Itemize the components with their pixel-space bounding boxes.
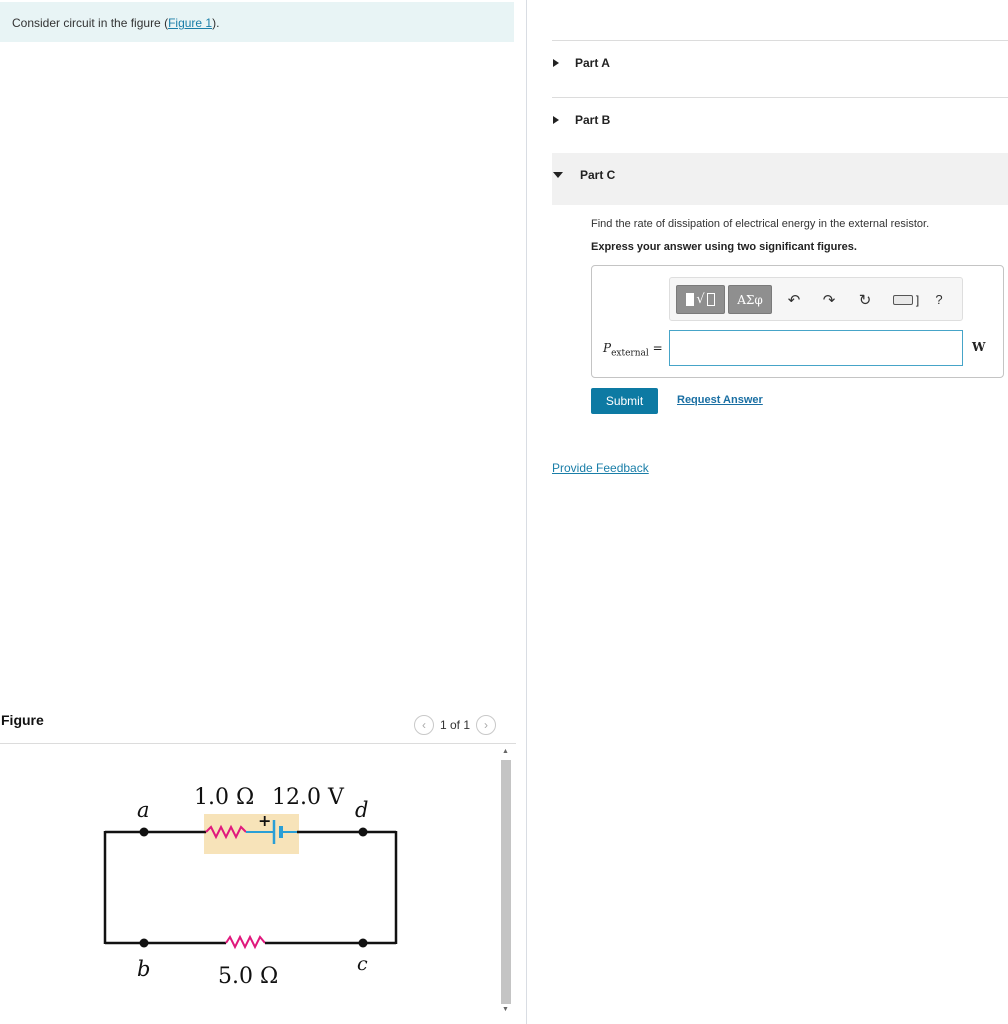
help-button[interactable]: ? — [928, 285, 950, 314]
variable-symbol: P — [603, 341, 612, 355]
answer-box: √ ΑΣφ ↶ ↷ ↻ ] ? Pexternal = W — [591, 265, 1004, 378]
greek-symbols-button[interactable]: ΑΣφ — [728, 285, 772, 314]
node-b-dot — [139, 938, 149, 948]
scroll-thumb[interactable] — [501, 760, 511, 1004]
divider — [552, 40, 1008, 41]
right-pane: Part A Part B Part C Find the rate of di… — [527, 0, 1008, 1024]
variable-label: Pexternal = — [603, 341, 663, 358]
plus-sign: + — [258, 811, 271, 830]
chevron-left-icon[interactable]: ‹ — [414, 715, 434, 735]
node-a-label: a — [137, 798, 150, 822]
part-b-label: Part B — [575, 113, 611, 127]
node-c-dot — [358, 938, 368, 948]
figure-link[interactable]: Figure 1 — [168, 16, 212, 30]
provide-feedback-link[interactable]: Provide Feedback — [552, 461, 649, 475]
problem-intro: Consider circuit in the figure (Figure 1… — [0, 2, 514, 42]
templates-button[interactable]: √ — [676, 285, 725, 314]
figure-pager: ‹ 1 of 1 › — [414, 714, 497, 736]
request-answer-link[interactable]: Request Answer — [677, 394, 763, 406]
circuit-diagram: 1.0 Ω 12.0 V + 5.0 Ω a d b c — [103, 785, 398, 989]
chevron-right-icon[interactable]: › — [476, 715, 497, 735]
part-a-label: Part A — [575, 56, 610, 70]
scroll-down-icon[interactable]: ▼ — [502, 1006, 509, 1013]
figure-heading: Figure — [1, 712, 44, 728]
part-a-header[interactable]: Part A — [553, 56, 610, 70]
node-c-label: c — [357, 953, 368, 975]
keyboard-icon[interactable]: ] — [888, 285, 924, 314]
math-toolbar: √ ΑΣφ ↶ ↷ ↻ ] ? — [669, 277, 963, 321]
figure-divider — [0, 743, 516, 744]
answer-input[interactable] — [669, 330, 963, 366]
unit-label: W — [972, 340, 986, 354]
external-resistor — [225, 934, 266, 950]
part-b-header[interactable]: Part B — [553, 113, 610, 127]
node-d-dot — [358, 827, 368, 837]
redo-icon[interactable]: ↷ — [818, 285, 840, 314]
intro-text: Consider circuit in the figure ( — [12, 16, 169, 30]
caret-right-icon — [553, 116, 559, 124]
internal-resistance-label: 1.0 Ω — [194, 785, 254, 810]
scroll-up-icon[interactable]: ▲ — [502, 748, 509, 755]
submit-button[interactable]: Submit — [591, 388, 658, 414]
node-d-label: d — [355, 798, 368, 822]
part-c-instruction: Express your answer using two significan… — [591, 241, 857, 253]
part-c-header[interactable]: Part C — [553, 168, 615, 182]
part-c-question: Find the rate of dissipation of electric… — [591, 218, 930, 230]
figure-scrollbar[interactable]: ▲ ▼ — [500, 748, 512, 1018]
template-square-icon — [686, 293, 695, 306]
node-b-label: b — [137, 957, 150, 981]
intro-text-end: ). — [212, 16, 220, 30]
undo-icon[interactable]: ↶ — [783, 285, 805, 314]
part-c-label: Part C — [580, 168, 616, 182]
caret-down-icon — [553, 172, 563, 178]
template-box-icon — [706, 293, 715, 306]
reset-icon[interactable]: ↻ — [854, 285, 876, 314]
emf-label: 12.0 V — [272, 785, 345, 810]
left-pane: Consider circuit in the figure (Figure 1… — [0, 0, 520, 1024]
caret-right-icon — [553, 59, 559, 67]
divider — [552, 97, 1008, 98]
part-c-header-bg — [552, 153, 1008, 205]
external-resistance-label: 5.0 Ω — [218, 964, 278, 989]
variable-subscript: external — [611, 348, 649, 359]
figure-page-count: 1 of 1 — [440, 718, 471, 732]
node-a-dot — [139, 827, 149, 837]
equals-sign: = — [652, 341, 663, 355]
sqrt-icon: √ — [696, 292, 705, 307]
